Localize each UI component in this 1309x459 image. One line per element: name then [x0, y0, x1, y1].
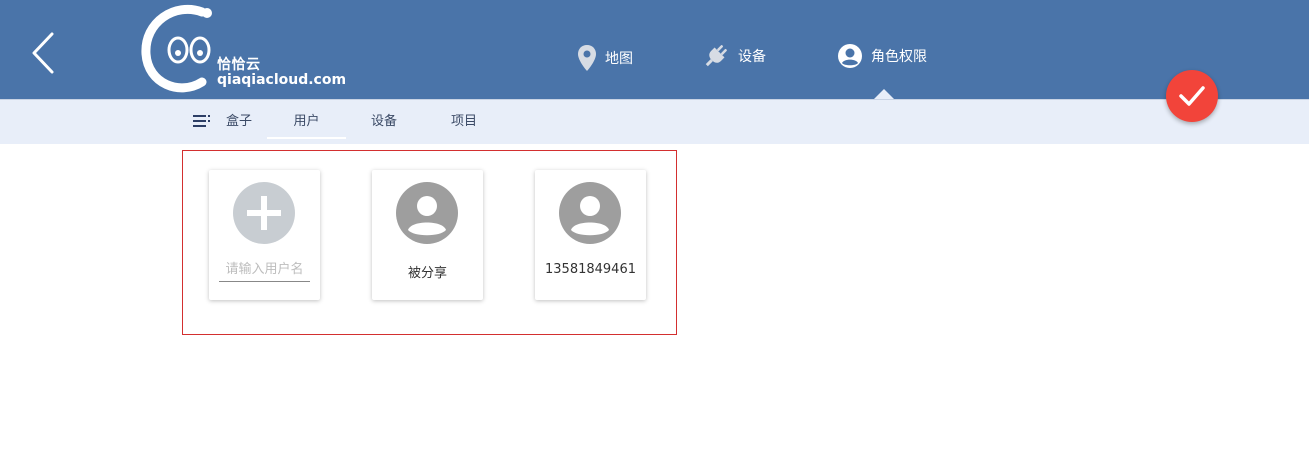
user-card-label: 13581849461 — [545, 262, 636, 277]
user-avatar-icon — [559, 182, 621, 244]
map-marker-icon — [578, 45, 596, 71]
nav-item-label: 地图 — [605, 51, 633, 67]
logo: 恰恰云 qiaqiacloud.com — [140, 4, 350, 94]
nav-item-label: 角色权限 — [871, 49, 927, 65]
logo-text-cn: 恰恰云 — [217, 57, 261, 73]
tab-project[interactable]: 项目 — [444, 100, 484, 144]
user-avatar-icon — [396, 182, 458, 244]
back-icon[interactable] — [26, 30, 62, 76]
tab-box[interactable]: 盒子 — [222, 100, 256, 144]
checkmark-icon — [1179, 86, 1205, 106]
add-user-button[interactable] — [233, 182, 295, 244]
confirm-button[interactable] — [1166, 70, 1218, 122]
top-header: 恰恰云 qiaqiacloud.com 地图 设备 角色权限 — [0, 0, 1309, 100]
logo-text-en: qiaqiacloud.com — [217, 72, 347, 88]
user-card-label: 被分享 — [407, 266, 447, 281]
nav-item-device[interactable]: 设备 — [702, 38, 766, 74]
sub-navigation: 盒子 用户 设备 项目 — [0, 99, 1309, 144]
active-tab-underline — [267, 137, 346, 139]
tab-device[interactable]: 设备 — [364, 100, 404, 144]
list-menu-icon[interactable] — [193, 115, 213, 127]
add-user-card — [209, 170, 320, 300]
nav-item-label: 设备 — [738, 49, 766, 65]
logo-mark — [141, 4, 212, 93]
nav-item-role-permissions[interactable]: 角色权限 — [837, 38, 927, 74]
user-circle-icon — [838, 44, 862, 68]
user-card[interactable]: 被分享 — [372, 170, 483, 300]
plug-icon — [705, 45, 727, 67]
nav-item-map[interactable]: 地图 — [577, 40, 633, 76]
username-input[interactable] — [219, 258, 310, 282]
user-card[interactable]: 13581849461 — [535, 170, 646, 300]
